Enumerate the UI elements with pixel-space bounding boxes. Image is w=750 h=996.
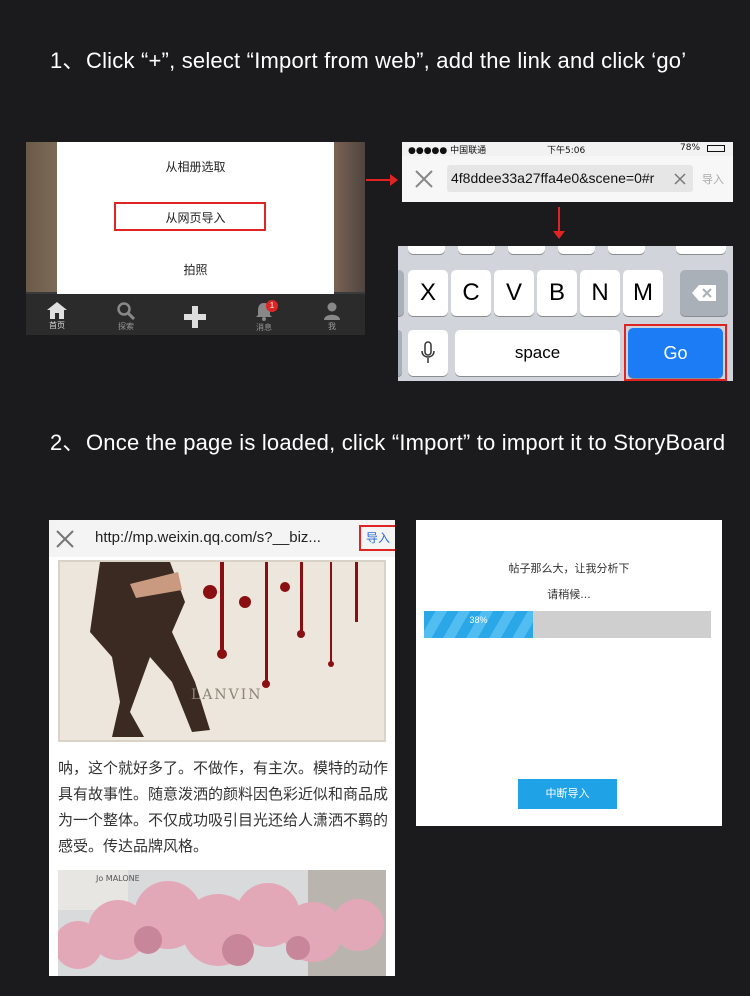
analyzing-text: 帖子那么大，让我分析下	[508, 562, 630, 575]
url-input[interactable]: 4f8ddee33a27ffa4e0&scene=0#r	[447, 165, 693, 192]
page-url: http://mp.weixin.qq.com/s?__biz...	[95, 529, 321, 546]
import-button[interactable]: 导入	[359, 525, 395, 551]
step-2-number: 2、	[50, 430, 85, 455]
please-wait-text: 请稍候...	[547, 588, 591, 601]
import-progress-screenshot: 帖子那么大，让我分析下 请稍候... 38% 中断导入	[416, 520, 722, 826]
import-button-disabled[interactable]: 导入	[702, 171, 724, 187]
key-top-row	[558, 246, 595, 254]
store-sign: Jo MALONE	[96, 874, 140, 883]
backspace-icon	[692, 285, 716, 301]
user-icon	[324, 302, 340, 320]
step-2-instruction: 2、 Once the page is loaded, click “Impor…	[50, 428, 730, 458]
tab-me-label: 我	[328, 322, 336, 331]
key-top-row	[676, 246, 726, 254]
lanvin-photo: LANVIN	[58, 560, 386, 742]
key-v[interactable]: V	[494, 270, 534, 316]
brand-text: LANVIN	[191, 687, 263, 703]
close-icon[interactable]	[415, 170, 433, 188]
tab-add[interactable]	[175, 294, 215, 335]
battery-text: 78%	[680, 143, 701, 153]
home-icon	[47, 302, 67, 319]
key-top-row	[408, 246, 445, 254]
add-menu-popup: 从相册选取 从网页导入 拍照	[57, 142, 334, 294]
backspace-key[interactable]	[680, 270, 728, 316]
key-top-row	[508, 246, 545, 254]
highlight-box	[624, 324, 727, 381]
notification-badge: 1	[266, 300, 278, 312]
step-2-text: Once the page is loaded, click “Import” …	[86, 430, 726, 455]
tab-messages-label: 消息	[256, 323, 272, 332]
close-icon[interactable]	[56, 530, 74, 548]
dancer-illustration	[60, 562, 384, 740]
battery-icon	[707, 145, 725, 152]
progress-bar: 38%	[424, 611, 711, 638]
space-key[interactable]: space	[455, 330, 620, 376]
browser-toolbar: http://mp.weixin.qq.com/s?__biz...	[49, 520, 395, 557]
key-m[interactable]: M	[623, 270, 663, 316]
progress-percent: 38%	[469, 615, 488, 625]
key-x[interactable]: X	[408, 270, 448, 316]
tab-bar: 首页 探索 1 消息 我	[26, 294, 365, 335]
browser-screenshot: ●●●●● 中国联通 下午5:06 78% 4f8ddee33a27ffa4e0…	[402, 142, 733, 202]
menu-option-album[interactable]: 从相册选取	[57, 158, 334, 175]
shift-key[interactable]	[398, 270, 404, 316]
tab-home-label: 首页	[49, 321, 65, 330]
key-top-row	[608, 246, 645, 254]
clear-icon[interactable]	[674, 173, 686, 185]
microphone-icon	[421, 341, 435, 363]
article-screenshot: http://mp.weixin.qq.com/s?__biz... 导入 LA…	[49, 520, 395, 976]
arrow-right	[366, 174, 398, 186]
search-icon	[117, 302, 135, 320]
tab-explore[interactable]: 探索	[106, 294, 146, 335]
numbers-key[interactable]	[398, 330, 402, 376]
tab-me[interactable]: 我	[312, 294, 352, 335]
tab-messages[interactable]: 1 消息	[244, 294, 284, 335]
time-text: 下午5:06	[547, 146, 586, 156]
app-menu-screenshot: 从相册选取 从网页导入 拍照 首页 探索 1 消息 我	[26, 142, 365, 335]
tab-home[interactable]: 首页	[37, 294, 77, 335]
carrier-text: ●●●●● 中国联通	[408, 146, 487, 156]
key-n[interactable]: N	[580, 270, 620, 316]
blossom-illustration	[58, 870, 386, 976]
status-bar: ●●●●● 中国联通 下午5:06 78%	[402, 142, 733, 156]
abort-import-button[interactable]: 中断导入	[518, 779, 617, 809]
step-1-text: Click “+”, select “Import from web”, add…	[86, 48, 687, 73]
key-top-row	[458, 246, 495, 254]
address-bar: 4f8ddee33a27ffa4e0&scene=0#r 导入	[402, 156, 733, 202]
step-1-number: 1、	[50, 48, 85, 73]
article-paragraph: 呐，这个就好多了。不做作，有主次。模特的动作具有故事性。随意泼洒的颜料因色彩近似…	[58, 759, 389, 855]
arrow-down	[553, 207, 565, 239]
key-c[interactable]: C	[451, 270, 491, 316]
key-b[interactable]: B	[537, 270, 577, 316]
keyboard-screenshot: X C V B N M space Go	[398, 246, 733, 381]
dictation-key[interactable]	[408, 330, 448, 376]
storefront-photo: Jo MALONE	[58, 870, 386, 976]
highlight-box	[114, 202, 266, 231]
plus-icon	[184, 306, 206, 328]
step-1-instruction: 1、 Click “+”, select “Import from web”, …	[50, 46, 730, 76]
menu-option-camera[interactable]: 拍照	[57, 261, 334, 278]
tab-explore-label: 探索	[118, 322, 134, 331]
